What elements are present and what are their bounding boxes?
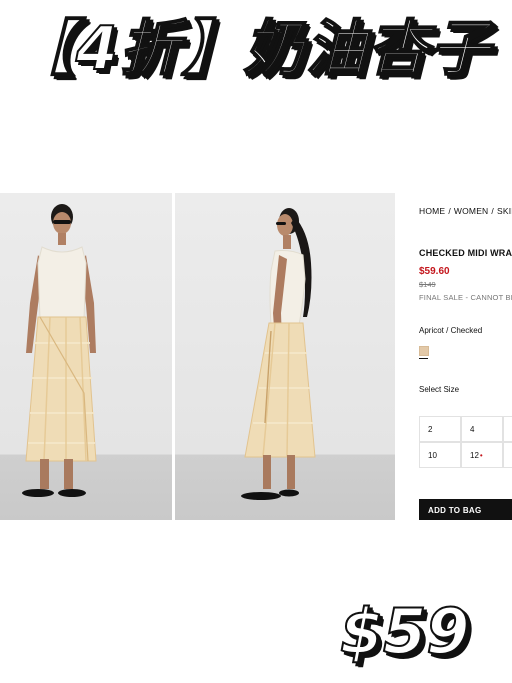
size-option-2[interactable]: 2 <box>419 416 461 442</box>
size-option-12[interactable]: 12• <box>461 442 503 468</box>
size-option-10[interactable]: 10 <box>419 442 461 468</box>
size-label: 2 <box>428 425 433 434</box>
select-size-label: Select Size <box>419 385 460 394</box>
size-label: 10 <box>428 451 437 460</box>
product-photo-side[interactable] <box>175 193 395 520</box>
product-details-panel: HOME/WOMEN/SKIRT CHECKED MIDI WRA $59.60… <box>419 193 512 520</box>
product-photo-front[interactable] <box>0 193 172 520</box>
breadcrumb-women[interactable]: WOMEN <box>454 206 489 216</box>
final-sale-note: FINAL SALE - CANNOT BE <box>419 293 512 302</box>
color-label: Apricot / Checked <box>419 326 483 335</box>
add-to-bag-button[interactable]: ADD TO BAG <box>419 499 512 520</box>
price-sticker: $59 <box>339 594 470 669</box>
breadcrumb-separator: / <box>491 206 494 216</box>
breadcrumb-skirt[interactable]: SKIRT <box>497 206 512 216</box>
original-price: $149 <box>419 280 436 289</box>
breadcrumb: HOME/WOMEN/SKIRT <box>419 206 512 216</box>
breadcrumb-home[interactable]: HOME <box>419 206 445 216</box>
size-label: 12 <box>470 451 479 460</box>
low-stock-dot-icon: • <box>479 451 483 460</box>
model-side-illustration <box>241 208 316 500</box>
swatch-selected-indicator <box>419 358 428 359</box>
size-label: 4 <box>470 425 475 434</box>
model-front-illustration <box>22 204 97 497</box>
product-page-screenshot: HOME/WOMEN/SKIRT CHECKED MIDI WRA $59.60… <box>0 193 512 520</box>
breadcrumb-separator: / <box>448 206 451 216</box>
size-option-empty[interactable] <box>503 416 512 442</box>
color-swatch-apricot[interactable] <box>419 346 429 356</box>
size-option-4[interactable]: 4 <box>461 416 503 442</box>
size-option-empty[interactable] <box>503 442 512 468</box>
product-title: CHECKED MIDI WRA <box>419 248 512 258</box>
promo-headline: 【4折】奶油杏子 <box>13 13 492 85</box>
sale-price: $59.60 <box>419 266 450 277</box>
